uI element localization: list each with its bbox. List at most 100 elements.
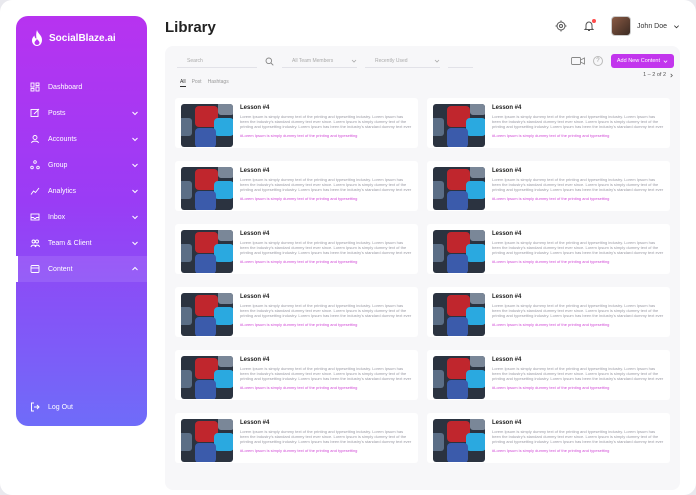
- content-card[interactable]: Lesson #4 Lorem Ipsum is simply dummy tex…: [175, 413, 418, 463]
- sidebar-item-label: Team & Client: [48, 239, 92, 247]
- content-card[interactable]: Lesson #4 Lorem Ipsum is simply dummy tex…: [427, 350, 670, 400]
- sidebar-item-label: Inbox: [48, 213, 66, 221]
- card-text: Lesson #4 Lorem Ipsum is simply dummy tex…: [240, 293, 412, 331]
- content-card[interactable]: Lesson #4 Lorem Ipsum is simply dummy tex…: [427, 98, 670, 148]
- sidebar-item-label: Group: [48, 161, 68, 169]
- content-card[interactable]: Lesson #4 Lorem Ipsum is simply dummy tex…: [175, 224, 418, 274]
- sidebar-item-dashboard[interactable]: Dashboard: [16, 74, 147, 100]
- team-icon: [30, 239, 40, 248]
- card-description: Lorem Ipsum is simply dummy text of the …: [240, 366, 412, 382]
- card-title: Lesson #4: [240, 357, 270, 363]
- card-title: Lesson #4: [492, 105, 522, 111]
- card-text: Lesson #4 Lorem Ipsum is simply dummy tex…: [492, 356, 664, 394]
- card-description: Lorem Ipsum is simply dummy text of the …: [492, 366, 664, 382]
- card-description: Lorem Ipsum is simply dummy text of the …: [240, 114, 412, 130]
- card-description: Lorem Ipsum is simply dummy text of the …: [492, 177, 664, 193]
- chevron-down-icon: [663, 59, 668, 63]
- sidebar-item-accounts[interactable]: Accounts: [16, 126, 147, 152]
- content-card[interactable]: Lesson #4 Lorem Ipsum is simply dummy tex…: [175, 161, 418, 211]
- pagination: 1 – 2 of 2: [643, 72, 674, 78]
- notification-dot: [592, 19, 597, 23]
- content-card[interactable]: Lesson #4 Lorem Ipsum is simply dummy tex…: [427, 224, 670, 274]
- search-input[interactable]: Search: [177, 54, 257, 68]
- card-description: Lorem Ipsum is simply dummy text of the …: [240, 303, 412, 319]
- card-thumbnail: [433, 167, 485, 210]
- user-menu[interactable]: John Doe: [611, 16, 680, 36]
- card-description: Lorem Ipsum is simply dummy text of the …: [492, 303, 664, 319]
- card-text: Lesson #4 Lorem Ipsum is simply dummy tex…: [240, 104, 412, 142]
- brand-logo[interactable]: SocialBlaze.ai: [30, 30, 116, 46]
- card-description: Lorem Ipsum is simply dummy text of the …: [240, 429, 412, 445]
- group-icon: [30, 160, 40, 170]
- card-title: Lesson #4: [240, 294, 270, 300]
- add-new-content-button[interactable]: Add New Content: [610, 54, 674, 68]
- card-title: Lesson #4: [492, 420, 522, 426]
- card-thumbnail: [181, 167, 233, 210]
- card-text: Lesson #4 Lorem Ipsum is simply dummy tex…: [492, 293, 664, 331]
- dashboard-icon: [30, 82, 40, 92]
- video-button[interactable]: [570, 56, 585, 66]
- content-card[interactable]: Lesson #4 Lorem Ipsum is simply dummy tex…: [175, 287, 418, 337]
- card-thumbnail: [181, 356, 233, 399]
- gear-icon: [555, 20, 567, 32]
- card-text: Lesson #4 Lorem Ipsum is simply dummy tex…: [240, 356, 412, 394]
- content-card[interactable]: Lesson #4 Lorem Ipsum is simply dummy tex…: [427, 287, 670, 337]
- card-title: Lesson #4: [240, 231, 270, 237]
- sidebar-item-group[interactable]: Group: [16, 152, 147, 178]
- search-icon[interactable]: [265, 57, 274, 66]
- sort-select[interactable]: Recently Used: [365, 54, 440, 68]
- card-text: Lesson #4 Lorem Ipsum is simply dummy tex…: [492, 419, 664, 457]
- card-text: Lesson #4 Lorem Ipsum is simply dummy tex…: [492, 230, 664, 268]
- card-description: Lorem Ipsum is simply dummy text of the …: [492, 240, 664, 256]
- chevron-down-icon: [132, 137, 138, 142]
- logout-button[interactable]: Log Out: [30, 402, 73, 412]
- card-text: Lesson #4 Lorem Ipsum is simply dummy tex…: [240, 167, 412, 205]
- tab-all[interactable]: All: [180, 79, 186, 87]
- card-thumbnail: [433, 419, 485, 462]
- card-description: Lorem Ipsum is simply dummy text of the …: [492, 429, 664, 445]
- card-thumbnail: [433, 104, 485, 147]
- sidebar-item-inbox[interactable]: Inbox: [16, 204, 147, 230]
- content-card[interactable]: Lesson #4 Lorem Ipsum is simply dummy tex…: [175, 350, 418, 400]
- card-title: Lesson #4: [240, 420, 270, 426]
- user-name: John Doe: [637, 22, 667, 30]
- content-card[interactable]: Lesson #4 Lorem Ipsum is simply dummy tex…: [175, 98, 418, 148]
- card-title: Lesson #4: [492, 357, 522, 363]
- card-thumbnail: [181, 419, 233, 462]
- tab-post[interactable]: Post: [192, 79, 202, 87]
- sidebar-item-label: Analytics: [48, 187, 77, 195]
- card-hashtags: #Lorem Ipsum is simply dummy text of the…: [492, 133, 610, 138]
- tab-hashtags[interactable]: Hashtags: [208, 79, 229, 87]
- help-icon[interactable]: ?: [592, 56, 603, 66]
- card-thumbnail: [181, 104, 233, 147]
- card-hashtags: #Lorem Ipsum is simply dummy text of the…: [240, 448, 358, 453]
- content-card[interactable]: Lesson #4 Lorem Ipsum is simply dummy tex…: [427, 413, 670, 463]
- avatar: [611, 16, 632, 36]
- card-thumbnail: [181, 293, 233, 336]
- sidebar-item-label: Accounts: [48, 135, 77, 143]
- app-window: SocialBlaze.ai Dashboard Posts Accounts Gro…: [0, 0, 696, 495]
- card-text: Lesson #4 Lorem Ipsum is simply dummy tex…: [240, 230, 412, 268]
- page-title: Library: [165, 19, 216, 36]
- sidebar-item-posts[interactable]: Posts: [16, 100, 147, 126]
- content-card[interactable]: Lesson #4 Lorem Ipsum is simply dummy tex…: [427, 161, 670, 211]
- logout-icon: [31, 402, 40, 412]
- card-text: Lesson #4 Lorem Ipsum is simply dummy tex…: [492, 167, 664, 205]
- chevron-down-icon: [132, 111, 138, 116]
- extra-select[interactable]: [448, 54, 473, 68]
- notifications-button[interactable]: [583, 19, 597, 32]
- card-text: Lesson #4 Lorem Ipsum is simply dummy tex…: [492, 104, 664, 142]
- card-hashtags: #Lorem Ipsum is simply dummy text of the…: [240, 133, 358, 138]
- sidebar-item-team-client[interactable]: Team & Client: [16, 230, 147, 256]
- card-thumbnail: [433, 230, 485, 273]
- card-hashtags: #Lorem Ipsum is simply dummy text of the…: [240, 196, 358, 201]
- chevron-right-icon[interactable]: [669, 73, 674, 78]
- card-thumbnail: [181, 230, 233, 273]
- card-title: Lesson #4: [240, 168, 270, 174]
- team-members-select[interactable]: All Team Members: [282, 54, 357, 68]
- chevron-down-icon: [351, 59, 357, 63]
- sidebar-item-analytics[interactable]: Analytics: [16, 178, 147, 204]
- card-hashtags: #Lorem Ipsum is simply dummy text of the…: [240, 385, 358, 390]
- sidebar-item-content[interactable]: Content: [16, 256, 147, 282]
- settings-button[interactable]: [555, 20, 567, 32]
